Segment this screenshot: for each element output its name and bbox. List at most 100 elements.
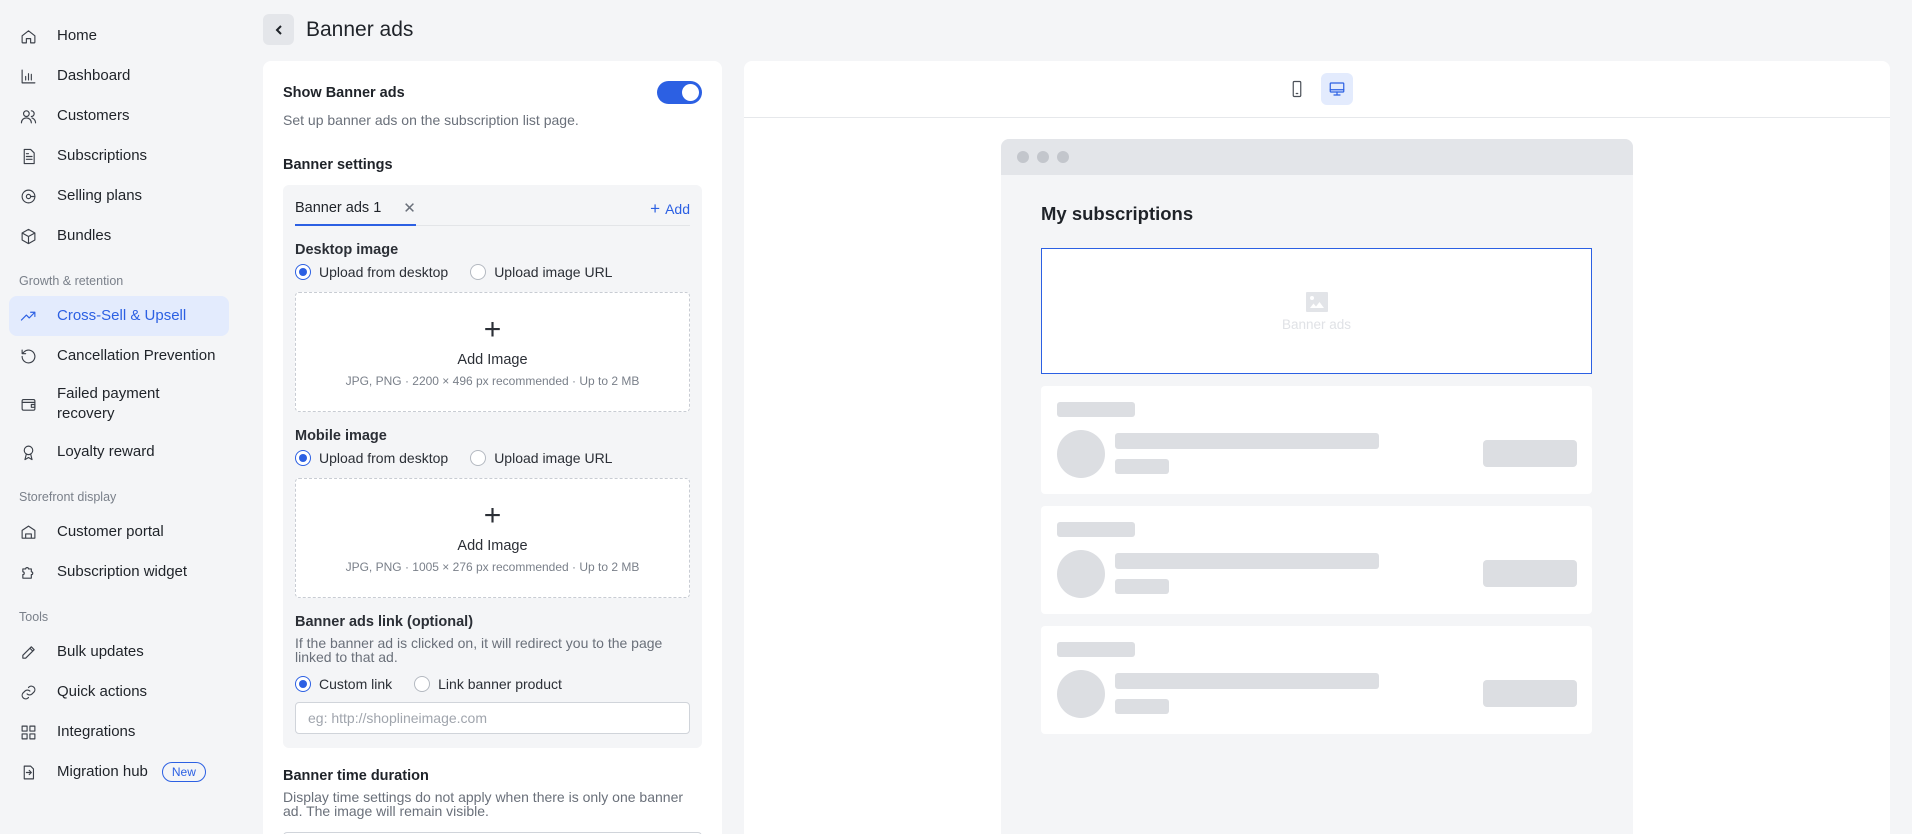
sidebar-item-subscription-widget[interactable]: Subscription widget bbox=[9, 552, 229, 592]
radio-dot bbox=[470, 264, 487, 280]
migrate-icon bbox=[19, 763, 37, 781]
link-type-radios: Custom link Link banner product bbox=[295, 676, 690, 692]
skeleton-block bbox=[1057, 522, 1135, 537]
sidebar-item-label: Migration hub bbox=[57, 763, 148, 780]
box-icon bbox=[19, 227, 37, 245]
mobile-device-button[interactable] bbox=[1281, 73, 1313, 105]
desktop-image-label: Desktop image bbox=[295, 242, 399, 258]
sidebar-item-label: Quick actions bbox=[57, 683, 148, 700]
sidebar-item-label: Loyalty reward bbox=[57, 443, 155, 460]
sidebar-item-migration-hub[interactable]: Migration hub New bbox=[9, 752, 229, 792]
sidebar-item-dashboard[interactable]: Dashboard bbox=[9, 56, 229, 96]
radio-label: Link banner product bbox=[438, 676, 562, 692]
settings-card: Show Banner ads Set up banner ads on the… bbox=[263, 61, 722, 834]
back-button[interactable] bbox=[263, 14, 294, 45]
edit-icon bbox=[19, 643, 37, 661]
banner-link-label: Banner ads link (optional) bbox=[295, 614, 474, 630]
link-product-radio[interactable]: Link banner product bbox=[414, 676, 562, 692]
sidebar-item-label: Customers bbox=[57, 107, 130, 124]
sidebar-item-failed-payment[interactable]: Failed payment recovery bbox=[9, 376, 229, 432]
skeleton-block bbox=[1057, 550, 1105, 598]
skeleton-block bbox=[1115, 579, 1169, 594]
mobile-source-radios: Upload from desktop Upload image URL bbox=[295, 450, 690, 466]
skeleton-block bbox=[1115, 459, 1169, 474]
mobile-image-dropzone[interactable]: + Add Image JPG, PNG · 1005 × 276 px rec… bbox=[295, 478, 690, 598]
section-title-growth: Growth & retention bbox=[19, 274, 124, 288]
browser-mockup: My subscriptions Banner ads bbox=[1001, 139, 1633, 834]
desktop-source-radios: Upload from desktop Upload image URL bbox=[295, 264, 690, 280]
skeleton-block bbox=[1057, 402, 1135, 417]
document-icon bbox=[19, 147, 37, 165]
tab-banner-ads-1[interactable]: Banner ads 1 ✕ bbox=[295, 193, 416, 226]
home-icon bbox=[19, 27, 37, 45]
mobile-url-radio[interactable]: Upload image URL bbox=[470, 450, 612, 466]
tag-icon bbox=[19, 187, 37, 205]
banner-settings-panel: Banner ads 1 ✕ + Add Desktop image Uploa… bbox=[283, 185, 702, 748]
desktop-image-dropzone[interactable]: + Add Image JPG, PNG · 2200 × 496 px rec… bbox=[295, 292, 690, 412]
custom-link-radio[interactable]: Custom link bbox=[295, 676, 392, 692]
skeleton-card bbox=[1041, 386, 1592, 494]
portal-icon bbox=[19, 523, 37, 541]
mobile-image-label: Mobile image bbox=[295, 428, 387, 444]
dropzone-title: Add Image bbox=[457, 352, 528, 368]
image-placeholder-icon bbox=[1305, 291, 1328, 312]
monitor-icon bbox=[1329, 82, 1345, 96]
window-dot bbox=[1037, 151, 1049, 163]
sidebar-item-label: Integrations bbox=[57, 723, 136, 740]
puzzle-icon bbox=[19, 563, 37, 581]
skeleton-block bbox=[1483, 680, 1577, 707]
plus-icon: + bbox=[483, 313, 502, 346]
sidebar-item-label: Failed payment recovery bbox=[57, 385, 160, 422]
skeleton-block bbox=[1115, 673, 1379, 689]
medal-icon bbox=[19, 443, 37, 461]
radio-label: Upload from desktop bbox=[319, 264, 449, 280]
section-title-storefront: Storefront display bbox=[19, 490, 117, 504]
sidebar-item-bundles[interactable]: Bundles bbox=[9, 216, 229, 256]
wallet-icon bbox=[19, 395, 37, 413]
page-title: Banner ads bbox=[306, 17, 414, 41]
sidebar-item-quick-actions[interactable]: Quick actions bbox=[9, 672, 229, 712]
sidebar-item-bulk-updates[interactable]: Bulk updates bbox=[9, 632, 229, 672]
show-banner-toggle[interactable] bbox=[657, 81, 702, 104]
sidebar-item-integrations[interactable]: Integrations bbox=[9, 712, 229, 752]
radio-dot bbox=[470, 450, 487, 466]
radio-dot bbox=[295, 676, 311, 692]
sidebar-item-loyalty[interactable]: Loyalty reward bbox=[9, 432, 229, 472]
tab-label: Banner ads 1 bbox=[295, 200, 382, 216]
skeleton-block bbox=[1483, 440, 1577, 467]
sidebar-item-cancellation[interactable]: Cancellation Prevention bbox=[9, 336, 229, 376]
mobile-upload-radio[interactable]: Upload from desktop bbox=[295, 450, 448, 466]
dropzone-title: Add Image bbox=[457, 538, 528, 554]
sidebar-item-cross-sell[interactable]: Cross-Sell & Upsell bbox=[9, 296, 229, 336]
skeleton-block bbox=[1057, 430, 1105, 478]
banner-preview: Banner ads bbox=[1041, 248, 1592, 374]
dropzone-hint: JPG, PNG · 1005 × 276 px recommended · U… bbox=[345, 560, 640, 574]
store-title: My subscriptions bbox=[1041, 203, 1194, 224]
section-title-tools: Tools bbox=[19, 610, 49, 624]
sidebar-item-home[interactable]: Home bbox=[9, 16, 229, 56]
skeleton-block bbox=[1057, 642, 1135, 657]
radio-dot bbox=[414, 676, 431, 692]
desktop-url-radio[interactable]: Upload image URL bbox=[470, 264, 612, 280]
radio-label: Upload image URL bbox=[494, 264, 613, 280]
grid-icon bbox=[19, 723, 37, 741]
sidebar-item-label: Cross-Sell & Upsell bbox=[57, 307, 187, 324]
refresh-icon bbox=[19, 347, 37, 365]
desktop-upload-radio[interactable]: Upload from desktop bbox=[295, 264, 448, 280]
banner-duration-label: Banner time duration bbox=[283, 768, 429, 784]
radio-dot bbox=[295, 450, 311, 466]
skeleton-block bbox=[1483, 560, 1577, 587]
show-banner-label: Show Banner ads bbox=[283, 84, 405, 101]
desktop-device-button[interactable] bbox=[1321, 73, 1353, 105]
sidebar-item-customers[interactable]: Customers bbox=[9, 96, 229, 136]
skeleton-block bbox=[1115, 433, 1379, 449]
device-switcher bbox=[744, 61, 1890, 118]
sidebar-item-subscriptions[interactable]: Subscriptions bbox=[9, 136, 229, 176]
skeleton-block bbox=[1057, 670, 1105, 718]
sidebar-item-customer-portal[interactable]: Customer portal bbox=[9, 512, 229, 552]
add-banner-button[interactable]: + Add bbox=[650, 199, 690, 219]
sidebar-item-label: Customer portal bbox=[57, 523, 164, 540]
banner-link-input[interactable] bbox=[295, 702, 690, 734]
sidebar-item-selling-plans[interactable]: Selling plans bbox=[9, 176, 229, 216]
close-icon[interactable]: ✕ bbox=[403, 199, 416, 217]
